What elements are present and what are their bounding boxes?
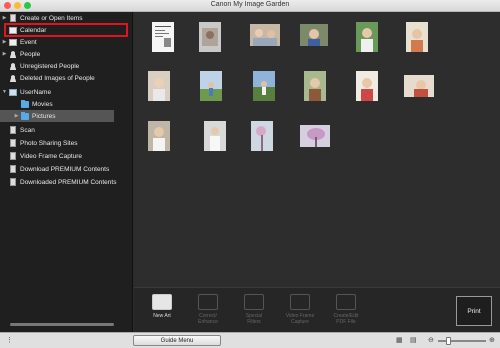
guide-menu-button[interactable]: Guide Menu [133, 335, 221, 346]
tool-label: New Art [153, 313, 171, 319]
sidebar-item-label: UserName [20, 88, 52, 96]
new-art-icon [152, 294, 172, 310]
event-icon [9, 38, 17, 46]
create-icon [10, 14, 16, 22]
expand-arrow-icon[interactable]: ▶ [0, 39, 9, 45]
sidebar-item-label: Download PREMIUM Contents [20, 165, 110, 173]
sidebar-item-people[interactable]: ▶ People [0, 48, 132, 60]
title-bar: Canon My Image Garden [0, 0, 500, 12]
sidebar-item-label: Downloaded PREMIUM Contents [20, 178, 117, 186]
expand-arrow-icon[interactable]: ▶ [12, 113, 21, 119]
create-edit-pdf-button[interactable]: Create/Edit PDF File [326, 294, 366, 325]
sidebar-horizontal-scrollbar[interactable] [10, 323, 114, 326]
sidebar-item-movies[interactable]: Movies [0, 98, 132, 110]
special-filters-icon [244, 294, 264, 310]
tool-label: Filters [247, 319, 261, 325]
video-frame-capture-icon [290, 294, 310, 310]
expand-arrow-icon[interactable]: ▶ [0, 15, 9, 21]
special-filters-button[interactable]: Special Filters [234, 294, 274, 325]
downloaded-icon [10, 178, 16, 186]
sidebar-item-deleted-images-of-people[interactable]: Deleted Images of People [0, 72, 132, 84]
correct-enhance-button[interactable]: Correct/ Enhance [188, 294, 228, 325]
person-icon [9, 74, 17, 82]
folder-icon [21, 99, 29, 108]
sidebar-item-downloaded-premium-contents[interactable]: Downloaded PREMIUM Contents [0, 176, 132, 188]
thumbnail-photo[interactable] [148, 121, 170, 151]
calendar-highlight-box [4, 23, 128, 37]
correct-enhance-icon [198, 294, 218, 310]
thumbnail-photo[interactable] [406, 22, 428, 52]
folder-icon [21, 111, 29, 120]
window-title: Canon My Image Garden [210, 1, 290, 8]
sidebar-item-label: Scan [20, 126, 35, 134]
list-view-icon[interactable]: ▤ [410, 337, 417, 344]
new-art-button[interactable]: New Art [142, 294, 182, 319]
sidebar-item-label: Deleted Images of People [20, 74, 95, 82]
tool-label: Enhance [198, 319, 218, 325]
thumbnail-photo[interactable] [204, 121, 226, 151]
person-icon [9, 62, 17, 70]
grid-view-icon[interactable]: ▦ [396, 337, 403, 344]
sidebar-item-label: Video Frame Capture [20, 152, 83, 160]
expand-arrow-icon[interactable]: ▶ [0, 51, 9, 57]
zoom-slider-knob[interactable] [446, 337, 451, 345]
sidebar-item-unregistered-people[interactable]: Unregistered People [0, 60, 132, 72]
tool-label: PDF File [336, 319, 356, 325]
thumbnail-photo[interactable] [304, 71, 326, 101]
thumbnail-photo[interactable] [300, 24, 328, 46]
photo-sharing-icon [10, 139, 16, 147]
sidebar-item-label: Pictures [32, 112, 56, 120]
status-bar: ⋮ Guide Menu ▦ ▤ ⊖ ⊕ [0, 332, 500, 348]
thumbnail-photo[interactable] [356, 71, 378, 101]
video-frame-capture-button[interactable]: Video Frame Capture [280, 294, 320, 325]
collapse-arrow-icon[interactable]: ▼ [0, 89, 9, 95]
thumbnail-photo[interactable] [250, 24, 280, 46]
sidebar-item-label: Unregistered People [20, 62, 80, 70]
bottom-toolbar: New Art Correct/ Enhance Special Filters… [134, 287, 500, 332]
thumbnail-photo[interactable] [404, 75, 434, 97]
tool-label: Capture [291, 319, 309, 325]
people-icon [9, 50, 17, 58]
thumbnail-photo[interactable] [251, 121, 273, 151]
sidebar-item-label: Event [20, 38, 37, 46]
sidebar-item-photo-sharing-sites[interactable]: Photo Sharing Sites [0, 137, 132, 149]
sidebar: ▶ Create or Open Items Calendar ▶ Event … [0, 12, 133, 332]
sidebar-item-pictures[interactable]: ▶ Pictures [0, 110, 114, 122]
thumbnail-photo[interactable] [356, 22, 378, 52]
zoom-out-icon[interactable]: ⊖ [428, 337, 434, 344]
download-icon [10, 165, 16, 173]
sidebar-item-username[interactable]: ▼ UserName [0, 86, 132, 98]
pdf-icon [336, 294, 356, 310]
sidebar-item-scan[interactable]: Scan [0, 124, 132, 136]
zoom-in-icon[interactable]: ⊕ [489, 337, 495, 344]
monitor-icon [9, 88, 17, 96]
thumbnail-area [134, 12, 500, 287]
video-icon [10, 152, 16, 160]
sidebar-item-label: People [20, 50, 41, 58]
thumbnail-video[interactable] [199, 22, 221, 52]
print-button[interactable]: Print [456, 296, 492, 326]
thumbnail-photo[interactable] [300, 125, 330, 147]
thumbnail-photo[interactable] [200, 71, 222, 101]
sidebar-item-label: Photo Sharing Sites [20, 139, 78, 147]
menu-icon[interactable]: ⋮ [6, 337, 13, 344]
thumbnail-photo[interactable] [253, 71, 275, 101]
sidebar-item-label: Create or Open Items [20, 14, 83, 22]
sidebar-item-video-frame-capture[interactable]: Video Frame Capture [0, 150, 132, 162]
sidebar-item-download-premium-contents[interactable]: Download PREMIUM Contents [0, 163, 132, 175]
scan-icon [10, 126, 16, 134]
sidebar-item-event[interactable]: ▶ Event [0, 36, 132, 48]
thumbnail-document[interactable] [152, 22, 174, 52]
sidebar-item-label: Movies [32, 100, 53, 108]
thumbnail-photo[interactable] [148, 71, 170, 101]
